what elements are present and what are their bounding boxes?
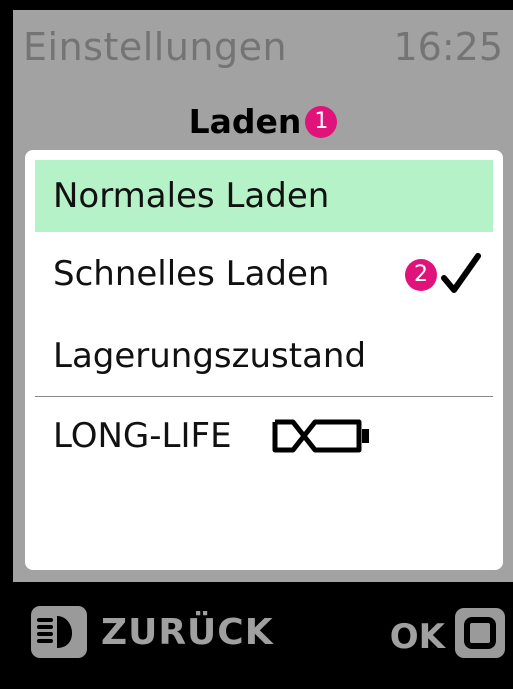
menu-item-schnelles-laden[interactable]: Schnelles Laden 2: [35, 238, 493, 310]
ok-button[interactable]: OK: [390, 612, 445, 662]
callout-badge-2: 2: [405, 259, 437, 291]
device-screen: Einstellungen 16:25 Laden 1 Normales Lade…: [13, 10, 513, 582]
checkmark-icon: [441, 253, 481, 293]
back-button[interactable]: ZURÜCK: [101, 608, 274, 658]
menu-item-label: Schnelles Laden: [53, 254, 330, 294]
menu-item-lagerungszustand[interactable]: Lagerungszustand: [35, 320, 493, 392]
menu-item-label: Normales Laden: [53, 176, 330, 216]
menu-item-normales-laden[interactable]: Normales Laden: [35, 160, 493, 232]
ok-button-icon[interactable]: [455, 608, 505, 658]
callout-badge-1: 1: [305, 106, 338, 138]
bottom-bar: ZURÜCK OK: [13, 582, 513, 689]
screen-title-row: Laden 1: [13, 100, 513, 144]
menu-item-long-life[interactable]: LONG-LIFE: [35, 400, 493, 472]
menu-list: Normales Laden Schnelles Laden 2 Lagerun…: [25, 150, 503, 570]
menu-item-label: Lagerungszustand: [53, 336, 367, 376]
app-title: Einstellungen: [23, 25, 288, 69]
light-button-icon[interactable]: [31, 606, 87, 658]
status-bar: Einstellungen 16:25: [13, 10, 513, 82]
battery-longlife-icon: [272, 419, 369, 453]
divider: [35, 396, 493, 397]
screen-title: Laden: [188, 102, 302, 141]
headlight-icon: [37, 616, 73, 648]
menu-item-label: LONG-LIFE: [53, 416, 232, 456]
clock: 16:25: [393, 25, 503, 69]
square-icon: [464, 617, 496, 649]
